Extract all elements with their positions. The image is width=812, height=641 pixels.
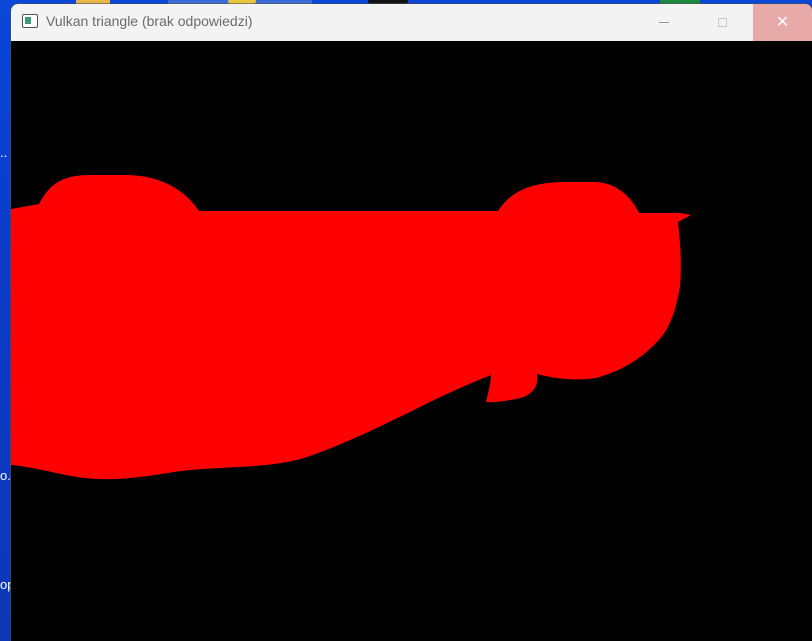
desktop-label-fragment: .. bbox=[0, 145, 8, 160]
render-canvas bbox=[11, 41, 812, 641]
window-app-icon bbox=[22, 14, 38, 28]
minimize-button[interactable] bbox=[641, 4, 687, 41]
close-icon: ✕ bbox=[775, 13, 790, 31]
render-surface[interactable] bbox=[11, 41, 812, 641]
maximize-button[interactable] bbox=[699, 4, 745, 41]
minimize-icon bbox=[659, 22, 669, 23]
vulkan-window[interactable]: Vulkan triangle (brak odpowiedzi) ✕ bbox=[11, 4, 812, 641]
window-title: Vulkan triangle (brak odpowiedzi) bbox=[46, 13, 253, 29]
close-button[interactable]: ✕ bbox=[753, 4, 812, 41]
maximize-icon bbox=[717, 18, 727, 27]
title-bar[interactable]: Vulkan triangle (brak odpowiedzi) ✕ bbox=[11, 4, 812, 41]
desktop-label-fragment: o. bbox=[0, 468, 11, 483]
